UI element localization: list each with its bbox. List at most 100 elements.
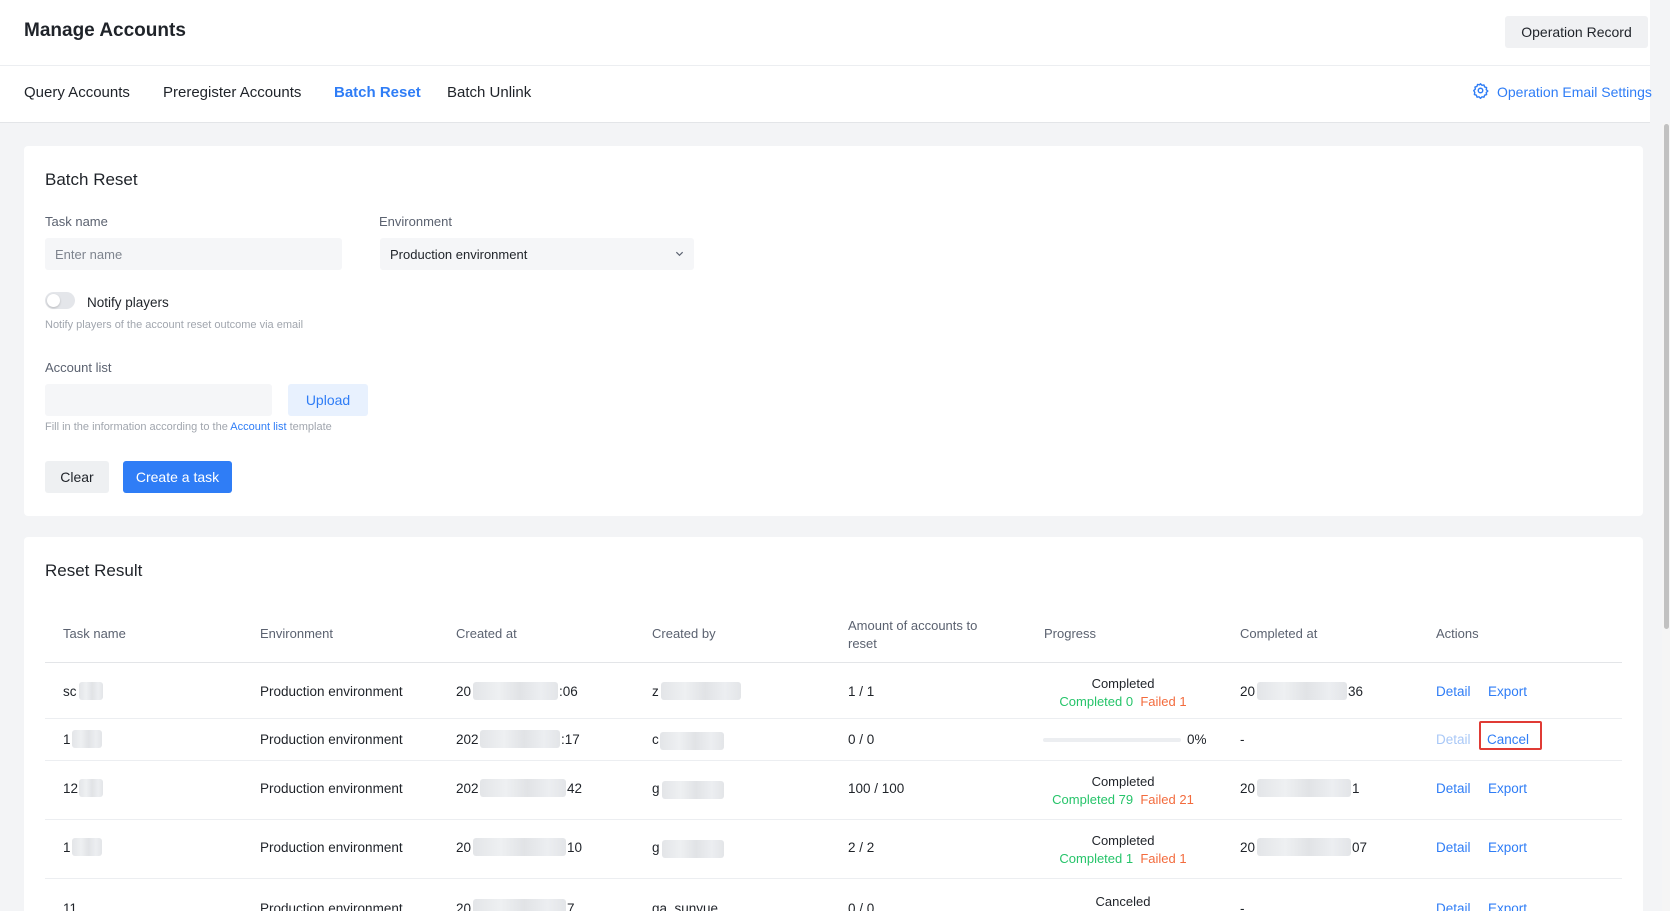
detail-link[interactable]: Detail <box>1436 840 1471 855</box>
completed-at-start: 20 <box>1240 684 1256 699</box>
email-settings-label: Operation Email Settings <box>1497 84 1652 100</box>
task-name-cell: 12 <box>63 781 79 796</box>
redacted-text <box>72 838 102 856</box>
created-by-cell: ga_sunyue <box>652 901 719 911</box>
account-list-file-field[interactable] <box>45 384 272 416</box>
created-by-cell: g <box>652 840 660 855</box>
failed-count: Failed 1 <box>1140 694 1187 709</box>
failed-count: Failed 1 <box>1140 851 1187 866</box>
environment-cell: Production environment <box>260 840 403 855</box>
redacted-text <box>473 838 566 856</box>
task-name-label: Task name <box>45 214 108 229</box>
created-at-end: :17 <box>561 732 580 747</box>
redacted-text <box>661 682 741 700</box>
completed-at-cell: - <box>1240 732 1245 747</box>
failed-count: Failed 21 <box>1140 792 1194 807</box>
column-header-created-at: Created at <box>456 626 517 641</box>
created-at-start: 202 <box>456 732 479 747</box>
created-at-start: 20 <box>456 840 472 855</box>
created-by-cell: c <box>652 732 659 747</box>
account-list-template-link[interactable]: Account list <box>230 421 286 433</box>
amount-cell: 1 / 1 <box>848 684 875 699</box>
environment-value: Production environment <box>390 246 528 262</box>
task-name-input[interactable] <box>45 238 342 270</box>
completed-count: Completed 79 <box>1052 792 1134 807</box>
column-header-task-name: Task name <box>63 626 126 641</box>
tab-batch-unlink[interactable]: Batch Unlink <box>447 84 531 101</box>
notify-players-label: Notify players <box>87 295 169 310</box>
tab-preregister-accounts[interactable]: Preregister Accounts <box>163 84 301 101</box>
redacted-text <box>1257 779 1351 797</box>
completed-count: Completed 0 <box>1059 694 1134 709</box>
environment-cell: Production environment <box>260 732 403 747</box>
progress-bar <box>1043 738 1181 742</box>
operation-email-settings-link[interactable]: Operation Email Settings <box>1472 82 1652 102</box>
completed-at-end: 07 <box>1352 840 1368 855</box>
redacted-text <box>473 899 566 911</box>
task-name-cell: sc <box>63 684 77 699</box>
column-header-completed-at: Completed at <box>1240 626 1318 641</box>
create-task-button[interactable]: Create a task <box>123 461 232 493</box>
export-link[interactable]: Export <box>1488 781 1527 796</box>
redacted-text <box>79 779 103 797</box>
redacted-text <box>480 779 566 797</box>
clear-button[interactable]: Clear <box>45 461 109 493</box>
task-name-cell: 1 <box>63 732 71 747</box>
account-hint-prefix: Fill in the information according to the <box>45 421 228 433</box>
detail-link[interactable]: Detail <box>1436 901 1471 911</box>
upload-button[interactable]: Upload <box>288 384 368 416</box>
amount-cell: 2 / 2 <box>848 840 875 855</box>
detail-link-disabled: Detail <box>1436 732 1471 747</box>
redacted-text <box>662 781 724 799</box>
notify-players-toggle[interactable] <box>45 292 75 309</box>
created-at-end: 42 <box>567 781 583 796</box>
reset-result-card: Reset Result Task name Environment Creat… <box>24 537 1643 911</box>
completed-count: Completed 1 <box>1059 851 1134 866</box>
cancel-link[interactable]: Cancel <box>1487 732 1529 747</box>
redacted-text <box>660 732 724 750</box>
row-divider <box>45 718 1622 719</box>
progress-status: Completed <box>1091 774 1155 789</box>
row-divider <box>45 819 1622 820</box>
completed-at-start: 20 <box>1240 781 1256 796</box>
progress-cell: Completed Completed 1 Failed 1 <box>1043 832 1203 868</box>
redacted-text <box>480 730 560 748</box>
tab-batch-reset[interactable]: Batch Reset <box>334 84 421 101</box>
completed-at-end: 36 <box>1348 684 1364 699</box>
export-link[interactable]: Export <box>1488 840 1527 855</box>
progress-percent: 0% <box>1187 732 1207 747</box>
redacted-text <box>662 840 724 858</box>
created-at-end: :06 <box>559 684 578 699</box>
completed-at-cell: - <box>1240 901 1245 911</box>
task-name-cell: 11 <box>63 901 78 911</box>
amount-cell: 100 / 100 <box>848 781 905 796</box>
scrollbar-thumb[interactable] <box>1664 124 1669 629</box>
environment-label: Environment <box>379 214 452 229</box>
page-title: Manage Accounts <box>24 20 186 41</box>
environment-select[interactable]: Production environment <box>380 238 694 270</box>
progress-cell: Canceled <box>1043 893 1203 911</box>
created-at-end: 7 <box>567 901 575 911</box>
environment-cell: Production environment <box>260 684 403 699</box>
progress-status: Canceled <box>1095 894 1151 909</box>
created-by-cell: g <box>652 781 660 796</box>
top-bar: Manage Accounts Operation Record <box>0 0 1650 66</box>
created-at-end: 10 <box>567 840 583 855</box>
detail-link[interactable]: Detail <box>1436 781 1471 796</box>
environment-cell: Production environment <box>260 781 403 796</box>
toggle-knob <box>47 294 60 307</box>
created-at-start: 20 <box>456 684 472 699</box>
detail-link[interactable]: Detail <box>1436 684 1471 699</box>
operation-record-button[interactable]: Operation Record <box>1505 16 1648 48</box>
table-header-divider <box>45 662 1622 663</box>
export-link[interactable]: Export <box>1488 684 1527 699</box>
column-header-actions: Actions <box>1436 626 1479 641</box>
export-link[interactable]: Export <box>1488 901 1527 911</box>
account-hint-suffix: template <box>289 421 332 433</box>
account-list-hint: Fill in the information according to the… <box>45 421 332 433</box>
amount-cell: 0 / 0 <box>848 901 875 911</box>
notify-players-hint: Notify players of the account reset outc… <box>45 319 304 331</box>
tab-query-accounts[interactable]: Query Accounts <box>24 84 130 101</box>
batch-reset-card: Batch Reset Task name Environment Produc… <box>24 146 1643 516</box>
row-divider <box>45 878 1622 879</box>
